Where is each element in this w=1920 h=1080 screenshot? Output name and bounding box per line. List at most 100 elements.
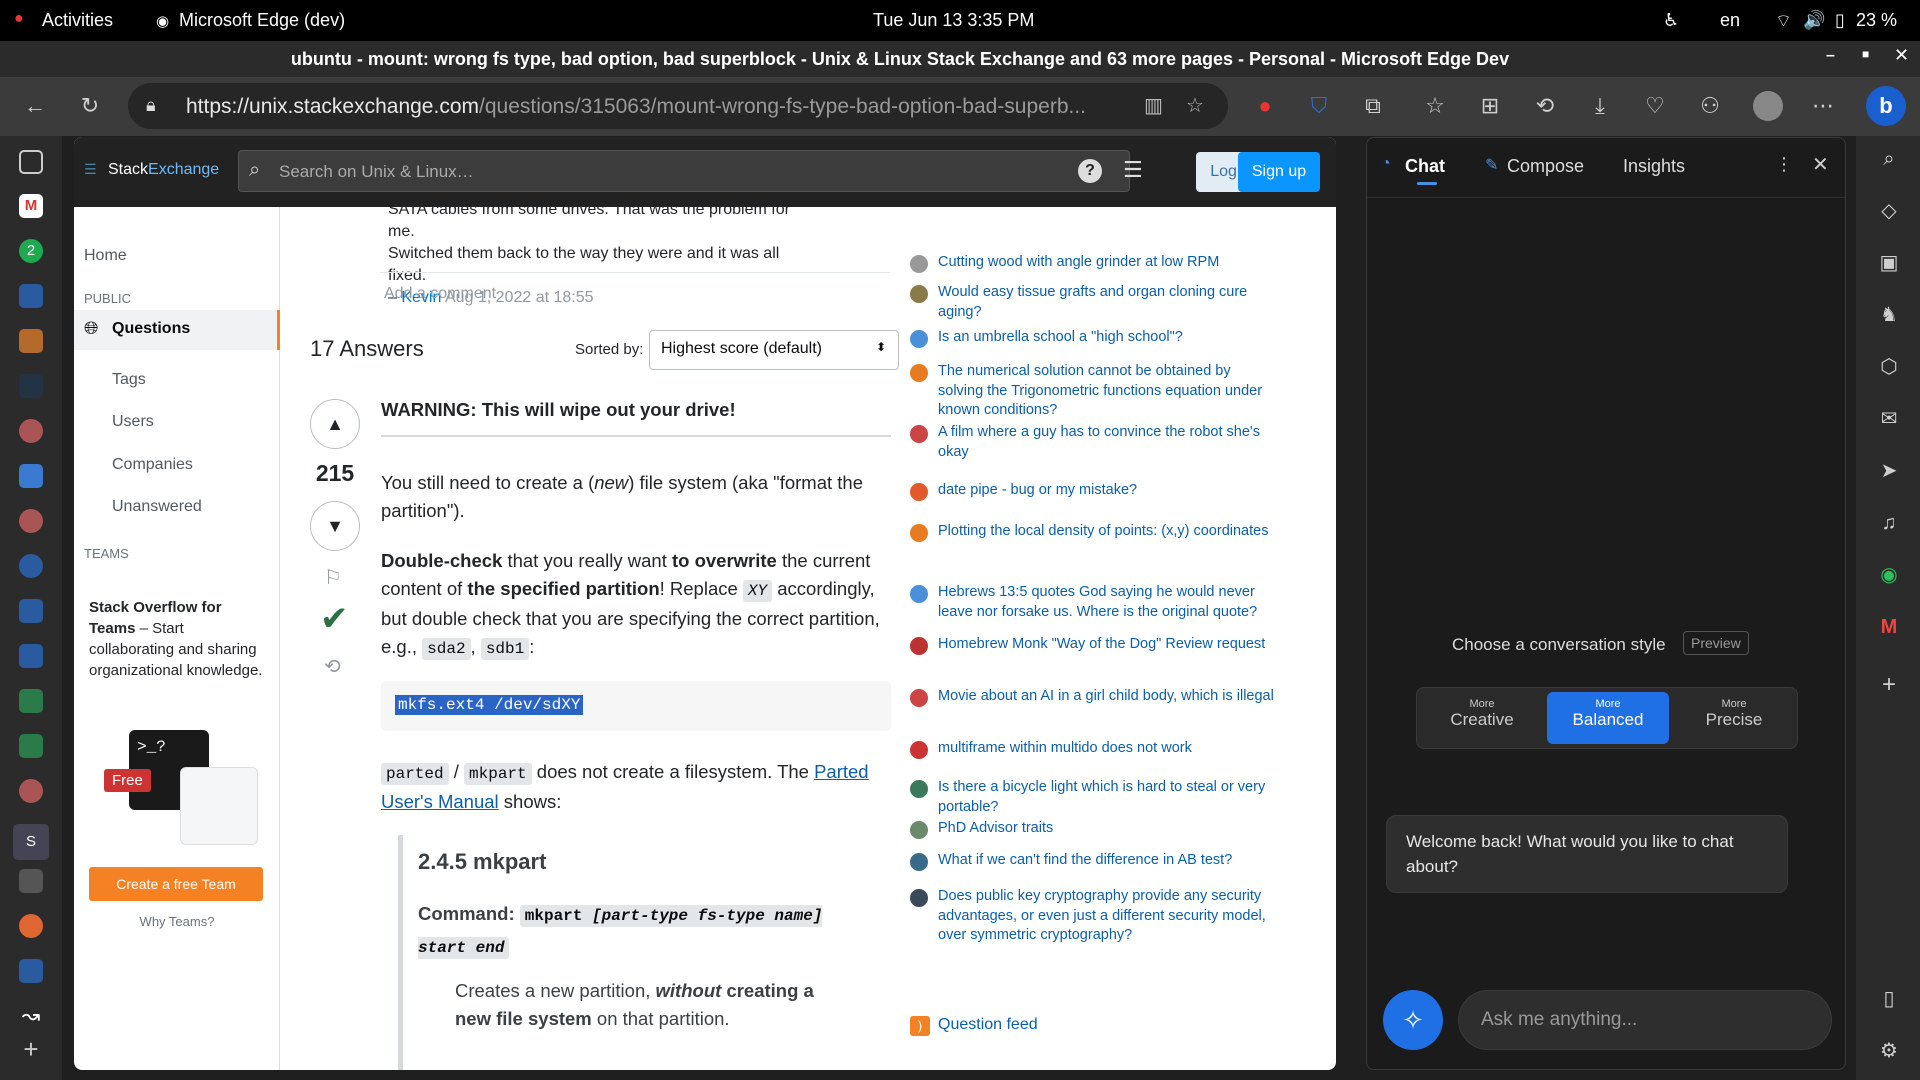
tab-icon[interactable] [19, 599, 43, 623]
site-search-input[interactable]: ⌕ Search on Unix & Linux… [238, 150, 1130, 192]
hot-question-link[interactable]: Plotting the local density of points: (x… [938, 522, 1278, 542]
tab-icon[interactable] [19, 644, 43, 668]
nav-unanswered[interactable]: Unanswered [112, 498, 202, 516]
tab-icon[interactable] [19, 464, 43, 488]
sort-select[interactable]: Highest score (default) ⬍ [649, 330, 899, 370]
games-icon[interactable]: ♞ [1876, 302, 1902, 328]
tab-icon[interactable] [19, 959, 43, 983]
nav-companies[interactable]: Companies [112, 456, 193, 474]
more-menu-icon[interactable]: ⋯ [1808, 91, 1838, 121]
new-topic-broom-icon[interactable]: ✧ [1383, 990, 1443, 1050]
maximize-icon[interactable]: ■ [1862, 47, 1869, 61]
favorites-icon[interactable]: ☆ [1420, 91, 1450, 121]
tab-icon[interactable] [19, 779, 43, 803]
hide-sidebar-icon[interactable]: ▯ [1876, 986, 1902, 1012]
hot-question-link[interactable]: Movie about an AI in a girl child body, … [938, 687, 1278, 707]
tab-insights[interactable]: Insights [1623, 156, 1685, 177]
tab-icon[interactable] [19, 869, 43, 893]
add-comment-link[interactable]: Add a comment [384, 285, 496, 303]
hot-question-link[interactable]: The numerical solution cannot be obtaine… [938, 362, 1278, 421]
style-creative-button[interactable]: More Creative [1421, 692, 1543, 744]
hot-question-link[interactable]: Does public key cryptography provide any… [938, 887, 1278, 946]
duckduckgo-tab-icon[interactable] [19, 914, 43, 938]
send-icon[interactable]: ➤ [1876, 458, 1902, 484]
hot-question-link[interactable]: multiframe within multido does not work [938, 739, 1278, 759]
bookmark-icon[interactable]: ⚐ [324, 565, 342, 590]
site-switcher-icon[interactable]: ☰ [1123, 157, 1143, 183]
reader-mode-icon[interactable]: ▥ [1144, 93, 1163, 118]
tab-icon[interactable] [19, 554, 43, 578]
tab-icon[interactable] [19, 419, 43, 443]
hot-question-link[interactable]: What if we can't find the difference in … [938, 851, 1278, 871]
nav-tags[interactable]: Tags [112, 371, 146, 389]
language-indicator[interactable]: en [1720, 10, 1740, 31]
add-favorite-icon[interactable]: ☆ [1186, 93, 1204, 118]
downloads-icon[interactable]: ⤓ [1585, 91, 1615, 121]
hot-question-link[interactable]: date pipe - bug or my mistake? [938, 481, 1278, 501]
performance-icon[interactable]: ⚇ [1695, 91, 1725, 121]
style-precise-button[interactable]: More Precise [1673, 692, 1795, 744]
gmail-tab-icon[interactable]: M [19, 194, 43, 218]
gmail-icon[interactable]: M [1876, 614, 1902, 640]
hot-question-link[interactable]: PhD Advisor traits [938, 819, 1278, 839]
nav-users[interactable]: Users [112, 413, 154, 431]
notification-bell-icon[interactable]: ♫ [1876, 510, 1902, 536]
volume-icon[interactable]: 🔊 [1803, 10, 1825, 31]
settings-gear-icon[interactable]: ⚙ [1876, 1038, 1902, 1064]
collections-icon[interactable]: ⊞ [1475, 91, 1505, 121]
style-balanced-button[interactable]: More Balanced [1547, 692, 1669, 744]
nav-home[interactable]: Home [84, 247, 127, 265]
more-options-icon[interactable]: ⋮ [1775, 154, 1793, 175]
new-tab-icon[interactable]: + [19, 1036, 43, 1062]
upvote-button[interactable]: ▲ [310, 399, 360, 449]
app-menu[interactable]: Microsoft Edge (dev) [179, 10, 345, 31]
tab-actions-icon[interactable] [19, 150, 43, 174]
why-teams-link[interactable]: Why Teams? [74, 914, 280, 929]
help-icon[interactable]: ? [1078, 159, 1102, 183]
close-panel-icon[interactable]: ✕ [1812, 152, 1829, 177]
signup-button[interactable]: Sign up [1238, 152, 1320, 192]
hot-question-link[interactable]: Hebrews 13:5 quotes God saying he would … [938, 583, 1278, 622]
hot-question-link[interactable]: Is an umbrella school a "high school"? [938, 328, 1278, 348]
tab-icon[interactable] [19, 509, 43, 533]
profile-avatar-icon[interactable] [1753, 91, 1783, 121]
hot-question-link[interactable]: Homebrew Monk "Way of the Dog" Review re… [938, 635, 1278, 655]
tab-icon[interactable] [19, 374, 43, 398]
shopping-tag-icon[interactable]: ◇ [1876, 198, 1902, 224]
hot-question-link[interactable]: Is there a bicycle light which is hard t… [938, 778, 1278, 817]
outlook-icon[interactable]: ✉ [1876, 406, 1902, 432]
minimize-icon[interactable]: – [1826, 47, 1835, 65]
whatsapp-icon[interactable]: ◉ [1876, 562, 1902, 588]
bing-copilot-icon[interactable]: b [1866, 86, 1906, 126]
hot-question-link[interactable]: A film where a guy has to convince the r… [938, 423, 1278, 462]
refresh-icon[interactable]: ↻ [75, 91, 105, 121]
health-icon[interactable]: ♡ [1640, 91, 1670, 121]
extensions-icon[interactable]: ⧉ [1358, 91, 1388, 121]
close-window-icon[interactable]: ✕ [1894, 45, 1909, 66]
ask-input[interactable]: Ask me anything... [1458, 990, 1832, 1050]
tab-compose[interactable]: Compose [1507, 156, 1584, 177]
hot-question-link[interactable]: Cutting wood with angle grinder at low R… [938, 253, 1278, 273]
clock[interactable]: Tue Jun 13 3:35 PM [873, 10, 1034, 31]
hot-question-link[interactable]: Would easy tissue grafts and organ cloni… [938, 283, 1278, 322]
add-sidebar-app-icon[interactable]: + [1876, 672, 1902, 698]
downvote-button[interactable]: ▼ [310, 501, 360, 551]
lock-icon[interactable]: 🔒︎ [146, 95, 156, 116]
shield-icon[interactable]: ⛉ [1304, 91, 1334, 121]
tab-chat[interactable]: Chat [1405, 156, 1445, 177]
accessibility-icon[interactable]: ♿ [1663, 10, 1679, 31]
history-icon[interactable]: ⟲ [1530, 91, 1560, 121]
tools-briefcase-icon[interactable]: ▣ [1876, 250, 1902, 276]
create-team-button[interactable]: Create a free Team [89, 867, 263, 901]
address-bar[interactable]: 🔒︎ https://unix.stackexchange.com/questi… [128, 83, 1228, 129]
tab-icon[interactable]: ↝ [19, 1004, 43, 1028]
activities-button[interactable]: Activities [42, 10, 113, 31]
battery-icon[interactable]: ▯ [1835, 10, 1845, 31]
history-icon[interactable]: ⟲ [324, 654, 341, 679]
nav-questions[interactable]: 🌐︎ Questions [74, 310, 280, 350]
office-icon[interactable]: ⬡ [1876, 354, 1902, 380]
active-tab-icon[interactable]: S [13, 824, 49, 860]
stackexchange-logo[interactable]: StackExchange [108, 161, 219, 179]
wifi-icon[interactable]: ⌔ [1775, 10, 1792, 33]
whatsapp-tab-icon[interactable]: 2 [19, 239, 43, 263]
